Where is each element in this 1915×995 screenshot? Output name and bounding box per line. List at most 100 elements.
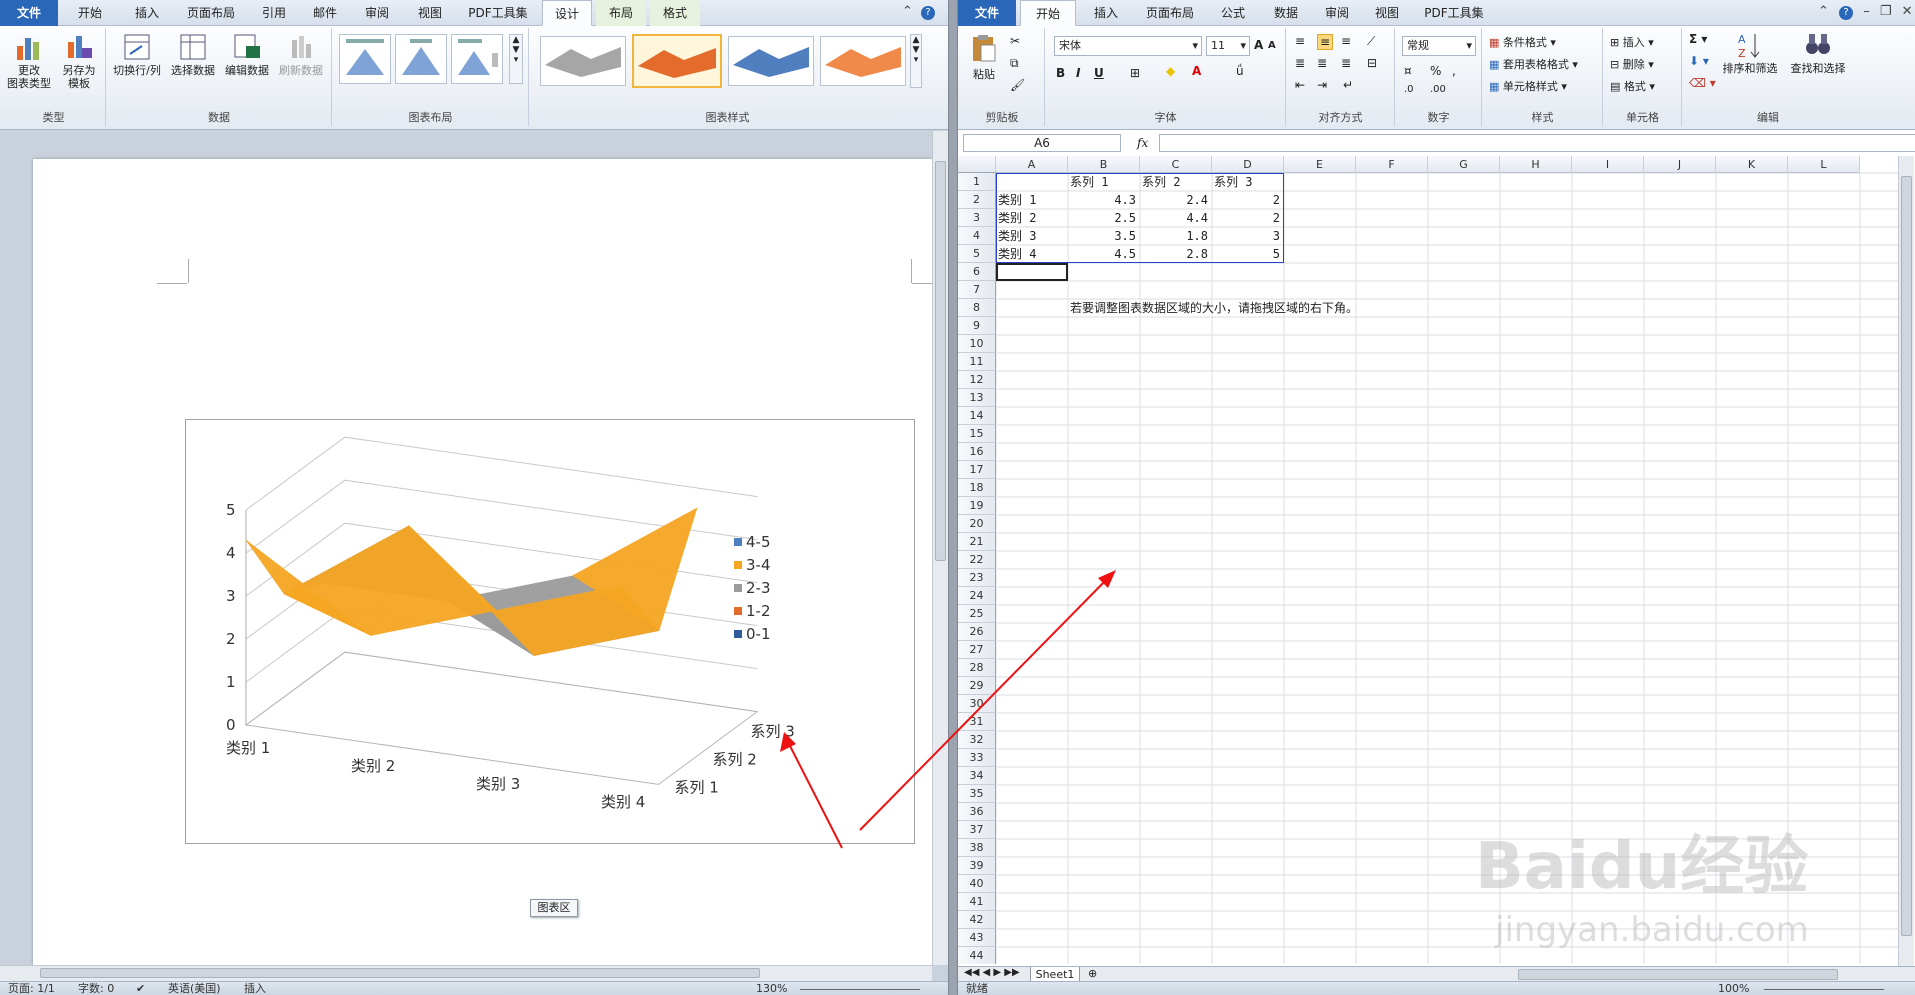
- tab-6[interactable]: 审阅: [352, 0, 402, 26]
- language-indicator[interactable]: 英语(美国): [168, 982, 221, 995]
- row-header[interactable]: 14: [958, 407, 996, 425]
- decrease-indent-icon[interactable]: ⇤: [1295, 78, 1305, 92]
- row-header[interactable]: 9: [958, 317, 996, 335]
- bold-icon[interactable]: B: [1056, 66, 1065, 80]
- sheet-nav-icon[interactable]: ◀◀ ◀ ▶ ▶▶: [964, 967, 1020, 978]
- tab-7[interactable]: 视图: [1364, 0, 1410, 26]
- align-top-icon[interactable]: ≡: [1295, 34, 1305, 48]
- format-cells-button[interactable]: ▤ 格式 ▾: [1610, 78, 1655, 94]
- row-header[interactable]: 16: [958, 443, 996, 461]
- close-icon[interactable]: ✕: [1902, 4, 1913, 19]
- select-data-button[interactable]: 选择数据: [167, 32, 219, 77]
- row-header[interactable]: 11: [958, 353, 996, 371]
- row-header[interactable]: 30: [958, 695, 996, 713]
- sort-filter-button[interactable]: AZ 排序和筛选: [1717, 30, 1783, 75]
- tab-3[interactable]: 页面布局: [176, 0, 246, 26]
- row-header[interactable]: 2: [958, 191, 996, 209]
- chevron-up-icon[interactable]: ⌃: [902, 4, 913, 19]
- increase-indent-icon[interactable]: ⇥: [1317, 78, 1327, 92]
- excel-vscroll-thumb[interactable]: [1901, 176, 1912, 936]
- grow-font-icon[interactable]: A: [1254, 38, 1263, 52]
- style-scroll[interactable]: ▲ ▼ ▾: [910, 34, 922, 88]
- tab-8[interactable]: PDF工具集: [1414, 0, 1494, 26]
- row-header[interactable]: 20: [958, 515, 996, 533]
- proofing-icon[interactable]: ✔: [136, 982, 145, 995]
- font-color-icon[interactable]: A: [1192, 64, 1201, 78]
- row-header[interactable]: 35: [958, 785, 996, 803]
- switch-row-col-button[interactable]: 切换行/列: [109, 32, 165, 77]
- increase-decimal-icon[interactable]: .0: [1404, 84, 1414, 95]
- row-header[interactable]: 1: [958, 173, 996, 191]
- cut-icon[interactable]: ✂: [1010, 34, 1020, 48]
- zoom-level[interactable]: 130%: [756, 982, 787, 995]
- row-header[interactable]: 3: [958, 209, 996, 227]
- formula-input[interactable]: [1159, 134, 1915, 152]
- row-header[interactable]: 43: [958, 929, 996, 947]
- pane-divider[interactable]: [948, 0, 958, 995]
- help-icon[interactable]: ?: [921, 6, 936, 20]
- row-header[interactable]: 23: [958, 569, 996, 587]
- align-right-icon[interactable]: ≣: [1341, 56, 1351, 70]
- insert-mode[interactable]: 插入: [244, 982, 266, 995]
- style-thumb-gray[interactable]: [540, 36, 626, 86]
- style-thumb-orange-2[interactable]: [820, 36, 906, 86]
- cell-styles-button[interactable]: ▦ 单元格样式 ▾: [1489, 78, 1567, 94]
- row-header[interactable]: 38: [958, 839, 996, 857]
- row-header[interactable]: 39: [958, 857, 996, 875]
- row-header[interactable]: 22: [958, 551, 996, 569]
- number-format-select[interactable]: 常规 ▾: [1402, 36, 1476, 56]
- tab-1[interactable]: 开始: [62, 0, 118, 26]
- delete-cells-button[interactable]: ⊟ 删除 ▾: [1610, 56, 1654, 72]
- layout-thumb-1[interactable]: [339, 34, 391, 84]
- percent-icon[interactable]: %: [1430, 64, 1441, 78]
- fill-color-icon[interactable]: ◆: [1166, 64, 1175, 78]
- autosum-icon[interactable]: Σ ▾: [1689, 32, 1707, 46]
- row-header[interactable]: 36: [958, 803, 996, 821]
- row-header[interactable]: 34: [958, 767, 996, 785]
- underline-icon[interactable]: U: [1094, 66, 1104, 80]
- row-header[interactable]: 41: [958, 893, 996, 911]
- row-header[interactable]: 25: [958, 605, 996, 623]
- tab-11[interactable]: 格式: [650, 0, 700, 26]
- shrink-font-icon[interactable]: A: [1268, 40, 1276, 51]
- worksheet-grid[interactable]: A B C D E F G H I J K L 1 2 3 4 5 6 7 8 9 10 11 12 13 14 15 16 17 18 1…: [958, 156, 1898, 964]
- row-header[interactable]: 18: [958, 479, 996, 497]
- row-header[interactable]: 29: [958, 677, 996, 695]
- tab-7[interactable]: 视图: [406, 0, 454, 26]
- word-horizontal-scrollbar[interactable]: [0, 965, 932, 981]
- tab-8[interactable]: PDF工具集: [458, 0, 538, 26]
- surface-chart[interactable]: 0 1 2 3 4 5 类别 1 类别 2 类别 3 类别 4 系列 1 系列 2 系列 3 4-5 3-4…: [186, 420, 914, 843]
- clear-icon[interactable]: ⌫ ▾: [1689, 76, 1716, 90]
- row-header[interactable]: 13: [958, 389, 996, 407]
- merge-center-icon[interactable]: ⊟: [1367, 56, 1377, 70]
- comma-icon[interactable]: ,: [1452, 64, 1456, 78]
- row-header[interactable]: 27: [958, 641, 996, 659]
- row-header[interactable]: 8: [958, 299, 996, 317]
- name-box[interactable]: A6: [963, 134, 1121, 152]
- font-name-select[interactable]: 宋体 ▾: [1054, 36, 1202, 56]
- row-header[interactable]: 24: [958, 587, 996, 605]
- conditional-format-button[interactable]: ▦ 条件格式 ▾: [1489, 34, 1556, 50]
- layout-thumb-3[interactable]: [451, 34, 503, 84]
- row-header[interactable]: 44: [958, 947, 996, 964]
- align-middle-icon[interactable]: ≡: [1317, 34, 1334, 50]
- style-thumb-blue[interactable]: [728, 36, 814, 86]
- row-header[interactable]: 33: [958, 749, 996, 767]
- minimize-icon[interactable]: –: [1863, 4, 1870, 19]
- word-vertical-scrollbar[interactable]: [932, 131, 948, 965]
- tab-2[interactable]: 插入: [122, 0, 172, 26]
- style-thumb-orange[interactable]: [632, 34, 722, 88]
- excel-zoom-slider[interactable]: [1764, 989, 1884, 990]
- restore-icon[interactable]: ❐: [1880, 4, 1892, 19]
- tab-3[interactable]: 页面布局: [1136, 0, 1204, 26]
- insert-cells-button[interactable]: ⊞ 插入 ▾: [1610, 34, 1654, 50]
- layout-thumb-2[interactable]: [395, 34, 447, 84]
- row-header[interactable]: 5: [958, 245, 996, 263]
- active-cell[interactable]: [996, 263, 1068, 281]
- wrap-text-icon[interactable]: ↵: [1343, 78, 1353, 92]
- row-header[interactable]: 31: [958, 713, 996, 731]
- chevron-up-icon[interactable]: ⌃: [1818, 4, 1829, 19]
- sheet-tab[interactable]: Sheet1: [1030, 967, 1080, 982]
- tab-0[interactable]: 文件: [0, 0, 58, 26]
- row-header[interactable]: 19: [958, 497, 996, 515]
